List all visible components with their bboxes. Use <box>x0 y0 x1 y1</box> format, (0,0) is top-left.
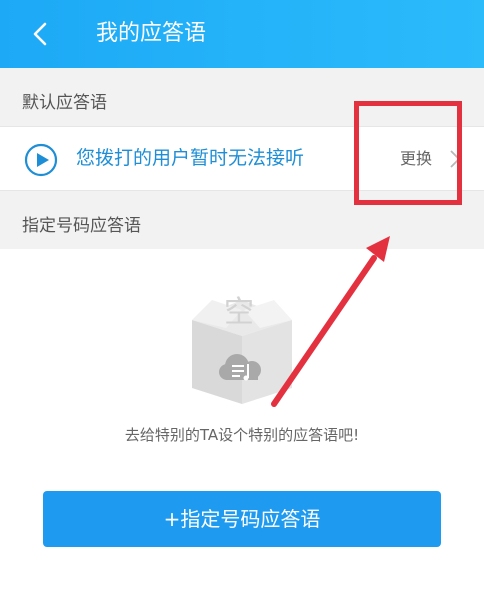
annotation-arrow <box>271 236 390 407</box>
